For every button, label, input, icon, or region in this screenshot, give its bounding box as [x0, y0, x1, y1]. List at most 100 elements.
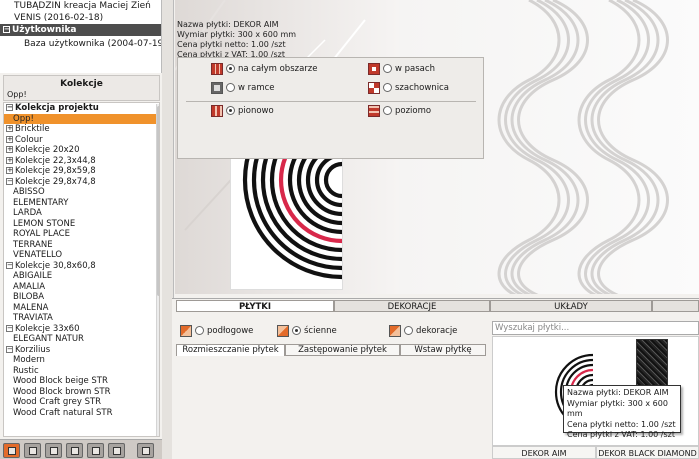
tree-scrollbar[interactable]: [156, 104, 159, 436]
tree-group[interactable]: − Kolekcja projektu: [4, 103, 159, 114]
tree-label: Kolekcja projektu: [15, 103, 99, 113]
tree-label: Colour: [15, 134, 43, 145]
result-label[interactable]: DEKOR AIM: [492, 446, 596, 459]
tab-zastepowanie[interactable]: Zastępowanie płytek: [285, 344, 400, 356]
ceiling-button[interactable]: [137, 443, 154, 458]
tree-item[interactable]: MALENA: [4, 303, 159, 314]
collapse-icon[interactable]: −: [3, 26, 10, 33]
tree-item[interactable]: TERRANE: [4, 240, 159, 251]
wall-left-button[interactable]: [45, 443, 62, 458]
collapse-icon[interactable]: −: [6, 261, 13, 269]
result-label[interactable]: DEKOR BLACK DIAMOND: [596, 446, 699, 459]
whole-area-option[interactable]: na całym obszarze: [211, 62, 318, 76]
tree-label: TRAVIATA: [13, 313, 53, 323]
user-section-label: Użytkownika: [12, 25, 77, 35]
tree-group[interactable]: − Kolekcje 29,8x74,8: [4, 177, 159, 188]
stripes-radio[interactable]: [383, 64, 392, 73]
collections-header: Kolekcje Opp!: [3, 75, 160, 101]
vertical-option[interactable]: pionowo: [211, 104, 274, 118]
tab-wstaw[interactable]: Wstaw płytkę: [400, 344, 486, 356]
user-database-item[interactable]: Baza użytkownika (2004-07-19: [0, 38, 161, 50]
tree-item[interactable]: VENATELLO: [4, 250, 159, 261]
expand-icon[interactable]: +: [6, 135, 13, 143]
tab-plytki[interactable]: PŁYTKI: [176, 300, 334, 312]
database-panel: TUBĄDZIN kreacja Maciej Zień VENIS (2016…: [0, 0, 162, 73]
frame-option[interactable]: w ramce: [211, 81, 275, 95]
room-icon: [8, 447, 16, 455]
collapse-icon[interactable]: −: [6, 177, 13, 185]
view-toolbar: [0, 439, 162, 459]
tree-item[interactable]: Wood Craft grey STR: [4, 397, 159, 408]
view-3d-button[interactable]: [3, 443, 20, 458]
database-item[interactable]: VENIS (2016-02-18): [0, 12, 161, 24]
tree-item[interactable]: ABIGAILE: [4, 271, 159, 282]
tree-group[interactable]: − Kolekcje 33x60: [4, 324, 159, 335]
tree-item[interactable]: Wood Block brown STR: [4, 387, 159, 398]
collapse-icon[interactable]: −: [6, 104, 13, 111]
floor-button[interactable]: [108, 443, 125, 458]
tree-group[interactable]: − Kolekcje 30,8x60,8: [4, 261, 159, 272]
expand-icon[interactable]: +: [6, 125, 13, 132]
tab-extra[interactable]: [652, 300, 699, 312]
floor-radio[interactable]: [195, 326, 204, 335]
tree-group[interactable]: + Kolekcje 22,3x44,8: [4, 156, 159, 167]
whole-radio[interactable]: [226, 64, 235, 73]
tile-search-input[interactable]: Wyszukaj płytki...: [492, 321, 699, 335]
tree-item[interactable]: Rustic: [4, 366, 159, 377]
tree-group[interactable]: + Kolekcje 29,8x59,8: [4, 166, 159, 177]
tree-item[interactable]: Wood Block beige STR: [4, 376, 159, 387]
stripes-option[interactable]: w pasach: [368, 62, 435, 76]
tree-item[interactable]: TRAVIATA: [4, 313, 159, 324]
checker-radio[interactable]: [383, 83, 392, 92]
tree-group[interactable]: − Korzilius: [4, 345, 159, 356]
database-item[interactable]: TUBĄDZIN kreacja Maciej Zień: [0, 0, 161, 12]
collapse-icon[interactable]: −: [6, 324, 13, 332]
tree-item[interactable]: LARDA: [4, 208, 159, 219]
tab-rozmieszczanie[interactable]: Rozmieszczanie płytek: [176, 344, 285, 356]
tile-net-price: Cena płytki netto: 1.00 /szt: [177, 40, 286, 49]
wall-radio[interactable]: [292, 326, 301, 335]
tree-group[interactable]: + Bricktile: [4, 124, 159, 135]
whole-label: na całym obszarze: [238, 64, 318, 74]
floor-tiles-option[interactable]: podłogowe: [180, 324, 253, 338]
expand-icon[interactable]: +: [6, 156, 13, 164]
tree-item[interactable]: AMALIA: [4, 282, 159, 293]
user-section-header[interactable]: − Użytkownika: [0, 24, 161, 36]
tree-label: LEMON STONE: [13, 218, 76, 229]
wall-back-button[interactable]: [87, 443, 104, 458]
scrollbar-thumb[interactable]: [157, 106, 159, 296]
horizontal-radio[interactable]: [383, 106, 392, 115]
tab-dekoracje[interactable]: DEKORACJE: [334, 300, 490, 312]
tree-label: Bricktile: [15, 124, 50, 134]
frame-radio[interactable]: [226, 83, 235, 92]
tree-item[interactable]: Wood Craft natural STR: [4, 408, 159, 419]
collapse-icon[interactable]: −: [6, 345, 13, 353]
decor-radio[interactable]: [404, 326, 413, 335]
wall-front-button[interactable]: [24, 443, 41, 458]
checker-option[interactable]: szachownica: [368, 81, 449, 95]
tree-item[interactable]: ELEMENTARY: [4, 198, 159, 209]
tree-label: Modern: [13, 355, 45, 365]
vertical-radio[interactable]: [226, 106, 235, 115]
checker-icon: [368, 81, 380, 94]
tree-item[interactable]: Modern: [4, 355, 159, 366]
decor-tiles-option[interactable]: dekoracje: [389, 324, 457, 338]
tree-item[interactable]: ROYAL PLACE: [4, 229, 159, 240]
tree-item[interactable]: LEMON STONE: [4, 219, 159, 230]
vertical-label: pionowo: [238, 106, 274, 116]
stripes-label: w pasach: [395, 64, 435, 74]
tab-uklady[interactable]: UKŁADY: [490, 300, 652, 312]
tree-item[interactable]: Opp!: [4, 113, 159, 124]
expand-icon[interactable]: +: [6, 167, 13, 174]
horizontal-option[interactable]: poziomo: [368, 104, 431, 118]
tree-item[interactable]: BILOBA: [4, 292, 159, 303]
tree-group[interactable]: + Kolekcje 20x20: [4, 145, 159, 156]
wall-label: ścienne: [304, 326, 337, 336]
tree-item[interactable]: ELEGANT NATUR: [4, 334, 159, 345]
expand-icon[interactable]: +: [6, 146, 13, 153]
tree-item[interactable]: ABISSO: [4, 187, 159, 198]
wall-icon: [71, 447, 79, 455]
wall-tiles-option[interactable]: ścienne: [277, 324, 337, 338]
wall-right-button[interactable]: [66, 443, 83, 458]
tree-group[interactable]: + Colour: [4, 135, 159, 146]
